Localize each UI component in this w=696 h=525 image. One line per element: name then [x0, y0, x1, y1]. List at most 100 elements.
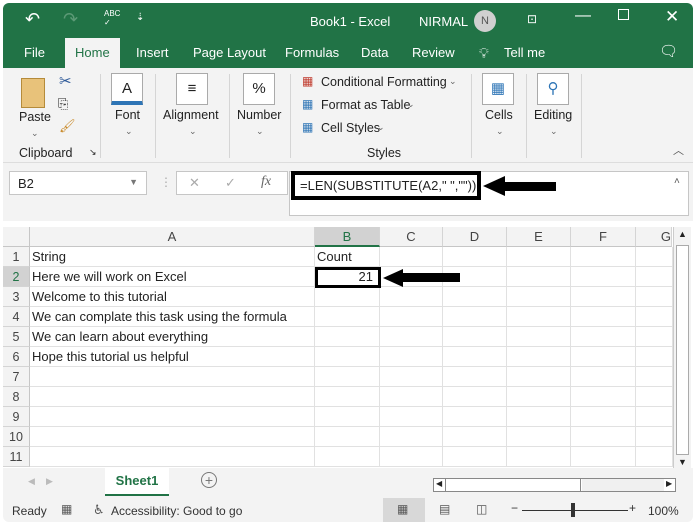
row-header-1[interactable]: 1	[3, 247, 30, 267]
tab-data[interactable]: Data	[361, 45, 388, 60]
cell-e4[interactable]	[507, 307, 571, 327]
cell-b1[interactable]: Count	[315, 247, 380, 267]
cell-g11[interactable]	[636, 447, 673, 467]
cut-icon[interactable]: ✂	[59, 72, 72, 90]
font-button[interactable]: Font	[115, 108, 140, 122]
collapse-ribbon-icon[interactable]: ︿	[673, 142, 684, 158]
cell-f7[interactable]	[571, 367, 636, 387]
prev-sheet-icon[interactable]: ◀	[28, 476, 35, 487]
alignment-icon[interactable]: ≡	[176, 73, 208, 105]
cell-e8[interactable]	[507, 387, 571, 407]
spreadsheet-grid[interactable]: A B C D E F G 1 String Count 2 Here we will …	[3, 221, 693, 468]
cell-b6[interactable]	[315, 347, 380, 367]
cell-c10[interactable]	[380, 427, 443, 447]
customize-qat-icon[interactable]: ⇣	[136, 12, 144, 23]
page-break-view-icon[interactable]: ◫	[476, 502, 487, 516]
enter-icon[interactable]: ✓	[225, 175, 236, 191]
vertical-scroll-thumb[interactable]	[676, 245, 689, 455]
scroll-up-icon[interactable]: ▲	[678, 229, 687, 239]
cell-g1[interactable]	[636, 247, 673, 267]
cell-c5[interactable]	[380, 327, 443, 347]
cell-a3[interactable]: Welcome to this tutorial	[30, 287, 315, 307]
comments-icon[interactable]: 🗨︎	[659, 42, 678, 60]
cell-c7[interactable]	[380, 367, 443, 387]
macro-recorder-icon[interactable]: ▦	[61, 502, 72, 516]
cell-b7[interactable]	[315, 367, 380, 387]
cell-a1[interactable]: String	[30, 247, 315, 267]
cell-d10[interactable]	[443, 427, 507, 447]
tell-me-search[interactable]: Tell me	[504, 45, 545, 60]
tab-page-layout[interactable]: Page Layout	[193, 45, 266, 60]
number-button[interactable]: Number	[237, 108, 281, 122]
tab-home[interactable]: Home	[65, 38, 120, 68]
cells-icon[interactable]: ▦	[482, 73, 514, 105]
cell-c8[interactable]	[380, 387, 443, 407]
cell-c9[interactable]	[380, 407, 443, 427]
cell-e11[interactable]	[507, 447, 571, 467]
row-header-9[interactable]: 9	[3, 407, 30, 427]
cell-c1[interactable]	[380, 247, 443, 267]
tab-file[interactable]: File	[24, 45, 45, 60]
tab-insert[interactable]: Insert	[136, 45, 169, 60]
cell-e9[interactable]	[507, 407, 571, 427]
tab-formulas[interactable]: Formulas	[285, 45, 339, 60]
zoom-slider-thumb[interactable]	[571, 503, 575, 517]
cell-a4[interactable]: We can complate this task using the form…	[30, 307, 315, 327]
format-painter-icon[interactable]: 🖌︎	[59, 118, 76, 134]
next-sheet-icon[interactable]: ▶	[46, 476, 53, 487]
cell-c11[interactable]	[380, 447, 443, 467]
cell-b11[interactable]	[315, 447, 380, 467]
cell-d4[interactable]	[443, 307, 507, 327]
cell-g9[interactable]	[636, 407, 673, 427]
cell-d5[interactable]	[443, 327, 507, 347]
minimize-icon[interactable]: —	[575, 7, 591, 25]
undo-icon[interactable]: ↶	[25, 9, 40, 30]
row-header-10[interactable]: 10	[3, 427, 30, 447]
cell-g3[interactable]	[636, 287, 673, 307]
column-header-g[interactable]: G	[636, 227, 672, 247]
cell-g6[interactable]	[636, 347, 673, 367]
scroll-left-icon[interactable]: ◀	[436, 479, 442, 488]
cell-f5[interactable]	[571, 327, 636, 347]
cell-e10[interactable]	[507, 427, 571, 447]
cell-b9[interactable]	[315, 407, 380, 427]
cell-f11[interactable]	[571, 447, 636, 467]
cell-f8[interactable]	[571, 387, 636, 407]
accessibility-icon[interactable]: ♿︎	[93, 502, 105, 518]
copy-icon[interactable]: ⎘	[58, 96, 68, 112]
cell-b8[interactable]	[315, 387, 380, 407]
cell-f1[interactable]	[571, 247, 636, 267]
cell-d6[interactable]	[443, 347, 507, 367]
maximize-icon[interactable]	[618, 9, 629, 20]
alignment-button[interactable]: Alignment	[163, 108, 219, 122]
vertical-scrollbar[interactable]: ▲ ▼	[673, 227, 691, 468]
name-box[interactable]: B2 ▼	[9, 171, 147, 195]
insert-function-icon[interactable]: fx	[261, 174, 271, 190]
find-icon[interactable]: ⚲	[537, 73, 569, 105]
cell-a10[interactable]	[30, 427, 315, 447]
redo-icon[interactable]: ↷	[63, 9, 78, 30]
cell-c4[interactable]	[380, 307, 443, 327]
cell-f9[interactable]	[571, 407, 636, 427]
cell-d9[interactable]	[443, 407, 507, 427]
cancel-icon[interactable]: ✕	[189, 175, 200, 191]
cell-d1[interactable]	[443, 247, 507, 267]
horizontal-scrollbar[interactable]: ◀ ▶	[433, 478, 676, 492]
cell-b5[interactable]	[315, 327, 380, 347]
cells-button[interactable]: Cells	[485, 108, 513, 122]
cell-a7[interactable]	[30, 367, 315, 387]
format-as-table-button[interactable]: Format as Table	[321, 98, 410, 112]
avatar[interactable]: N	[474, 10, 496, 32]
conditional-formatting-button[interactable]: Conditional Formatting	[321, 75, 447, 89]
cell-g2[interactable]	[636, 267, 673, 287]
cell-c3[interactable]	[380, 287, 443, 307]
cell-f2[interactable]	[571, 267, 636, 287]
number-icon[interactable]: %	[243, 73, 275, 105]
cell-g4[interactable]	[636, 307, 673, 327]
ribbon-display-icon[interactable]: ⊡	[527, 12, 537, 26]
row-header-7[interactable]: 7	[3, 367, 30, 387]
row-header-4[interactable]: 4	[3, 307, 30, 327]
cell-g10[interactable]	[636, 427, 673, 447]
cell-e1[interactable]	[507, 247, 571, 267]
select-all-button[interactable]	[3, 227, 30, 247]
